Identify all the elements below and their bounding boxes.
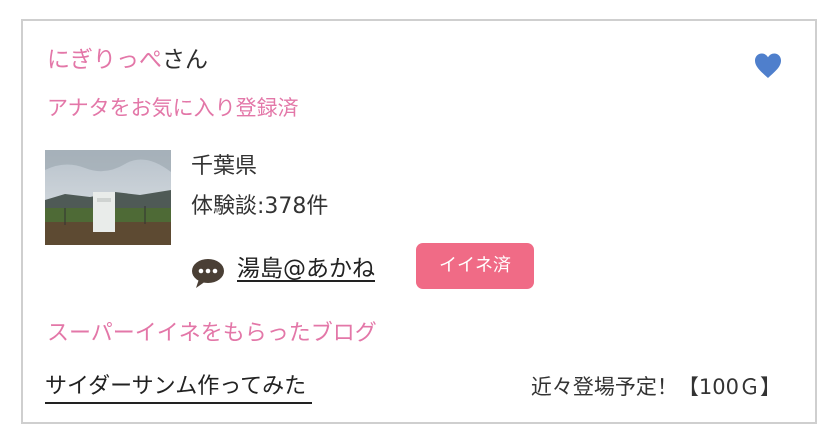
experience-count: 体験談:378件 bbox=[191, 194, 329, 219]
blog-title-link[interactable]: サイダーサンム作ってみた bbox=[45, 372, 313, 404]
heart-icon[interactable] bbox=[753, 51, 783, 81]
prefecture: 千葉県 bbox=[191, 154, 258, 179]
super-like-heading: スーパーイイネをもらったブログ bbox=[47, 321, 377, 346]
like-badge[interactable]: イイネ済 bbox=[416, 243, 534, 289]
upcoming-status: 近々登場予定！【100Ｇ】 bbox=[530, 375, 781, 399]
blog-thumbnail[interactable] bbox=[45, 150, 171, 245]
user-name[interactable]: にぎりっぺ bbox=[47, 47, 162, 73]
user-suffix: さん bbox=[162, 47, 208, 73]
comment-author-link[interactable]: 湯島@あかね bbox=[237, 253, 375, 285]
speech-bubble-icon bbox=[190, 257, 226, 289]
user-name-row: にぎりっぺさん bbox=[47, 45, 208, 75]
profile-card: にぎりっぺさん アナタをお気に入り登録済 千葉県 体験談:378件 湯島@あかね… bbox=[21, 19, 817, 424]
favorite-status: アナタをお気に入り登録済 bbox=[47, 96, 299, 120]
